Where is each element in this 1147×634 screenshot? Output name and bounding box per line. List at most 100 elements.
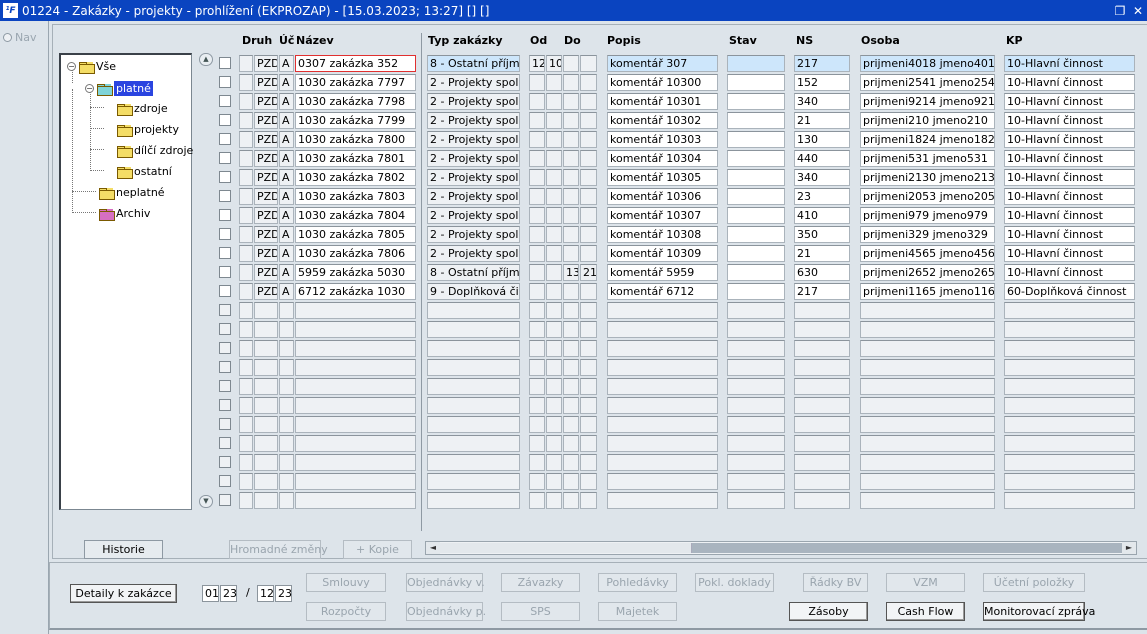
cell-stav[interactable] (727, 416, 785, 433)
cell-stav[interactable] (727, 74, 785, 91)
cell-od[interactable] (529, 112, 545, 129)
cell-marker[interactable] (239, 492, 253, 509)
cell-popis[interactable]: komentář 5959 (607, 264, 718, 281)
cell-druh[interactable]: PZD (254, 55, 278, 72)
cell-uc[interactable]: A (279, 131, 294, 148)
cell-stav[interactable] (727, 397, 785, 414)
cell-od2[interactable]: 10 (546, 55, 562, 72)
cell-nazev[interactable]: 1030 zakázka 7799 (295, 112, 416, 129)
cell-kp[interactable]: 10-Hlavní činnost (1004, 264, 1135, 281)
cell-nazev[interactable] (295, 302, 416, 319)
cell-osoba[interactable]: prijmeni2053 jmeno2053 (860, 188, 995, 205)
cell-od2[interactable] (546, 226, 562, 243)
cell-druh[interactable]: PZD (254, 131, 278, 148)
cell-do2[interactable] (580, 378, 597, 395)
cell-osoba[interactable]: prijmeni979 jmeno979 (860, 207, 995, 224)
cell-kp[interactable] (1004, 454, 1135, 471)
cell-druh[interactable] (254, 302, 278, 319)
cell-typ[interactable] (427, 359, 520, 376)
cell-marker[interactable] (239, 435, 253, 452)
cell-do2[interactable]: 21 (580, 264, 597, 281)
cell-do2[interactable] (580, 283, 597, 300)
cell-nazev[interactable] (295, 454, 416, 471)
cell-do[interactable] (563, 169, 579, 186)
row-select-checkbox[interactable] (219, 76, 231, 88)
cell-typ[interactable]: 2 - Projekty spoluf (427, 112, 520, 129)
cell-do[interactable] (563, 397, 579, 414)
cell-marker[interactable] (239, 93, 253, 110)
cell-od2[interactable] (546, 492, 562, 509)
cell-ns[interactable] (794, 454, 850, 471)
cell-kp[interactable]: 10-Hlavní činnost (1004, 93, 1135, 110)
tree-node-dilci-zdroje[interactable]: dílčí zdroje (117, 144, 193, 158)
cell-druh[interactable] (254, 435, 278, 452)
cell-do[interactable] (563, 93, 579, 110)
cell-od[interactable] (529, 473, 545, 490)
smlouvy-button[interactable]: Smlouvy (306, 573, 386, 592)
vzm-button[interactable]: VZM (886, 573, 965, 592)
cell-marker[interactable] (239, 169, 253, 186)
cell-uc[interactable] (279, 492, 294, 509)
cell-nazev[interactable] (295, 435, 416, 452)
zasoby-button[interactable]: Zásoby (789, 602, 868, 621)
cell-typ[interactable] (427, 435, 520, 452)
row-select-checkbox[interactable] (219, 380, 231, 392)
restore-icon[interactable]: ❐ (1111, 4, 1129, 18)
rozpocty-button[interactable]: Rozpočty (306, 602, 386, 621)
pokl-doklady-button[interactable]: Pokl. doklady (695, 573, 774, 592)
cell-marker[interactable] (239, 188, 253, 205)
cell-stav[interactable] (727, 302, 785, 319)
cell-uc[interactable]: A (279, 150, 294, 167)
row-select-checkbox[interactable] (219, 57, 231, 69)
cell-osoba[interactable] (860, 340, 995, 357)
cell-do2[interactable] (580, 473, 597, 490)
cell-nazev[interactable]: 1030 zakázka 7806 (295, 245, 416, 262)
cell-kp[interactable]: 10-Hlavní činnost (1004, 150, 1135, 167)
cell-kp[interactable]: 10-Hlavní činnost (1004, 131, 1135, 148)
hromadne-zmeny-button[interactable]: Hromadné změny (229, 540, 328, 559)
tree-node-platne[interactable]: − platné (85, 81, 153, 96)
cell-kp[interactable] (1004, 492, 1135, 509)
cell-osoba[interactable] (860, 416, 995, 433)
cell-osoba[interactable]: prijmeni9214 jmeno9214 (860, 93, 995, 110)
cell-popis[interactable] (607, 473, 718, 490)
cell-od[interactable] (529, 188, 545, 205)
cell-ns[interactable]: 440 (794, 150, 850, 167)
cell-kp[interactable]: 60-Doplňková činnost (1004, 283, 1135, 300)
cell-stav[interactable] (727, 340, 785, 357)
objednavky-p-button[interactable]: Objednávky p. (406, 602, 486, 621)
cell-popis[interactable] (607, 340, 718, 357)
collapse-icon[interactable]: − (67, 62, 76, 71)
row-select-checkbox[interactable] (219, 266, 231, 278)
row-select-checkbox[interactable] (219, 437, 231, 449)
cell-od2[interactable] (546, 283, 562, 300)
cell-od2[interactable] (546, 188, 562, 205)
cell-kp[interactable]: 10-Hlavní činnost (1004, 245, 1135, 262)
cell-marker[interactable] (239, 131, 253, 148)
cell-do[interactable] (563, 74, 579, 91)
cell-do2[interactable] (580, 416, 597, 433)
cell-od2[interactable] (546, 150, 562, 167)
cell-do2[interactable] (580, 169, 597, 186)
cell-druh[interactable] (254, 397, 278, 414)
cell-marker[interactable] (239, 150, 253, 167)
cell-typ[interactable]: 2 - Projekty spoluf (427, 207, 520, 224)
cell-do2[interactable] (580, 435, 597, 452)
collapse-icon[interactable]: − (85, 84, 94, 93)
tree-node-archiv[interactable]: Archiv (99, 207, 150, 221)
scrollbar-thumb[interactable] (440, 543, 692, 553)
cell-do2[interactable] (580, 112, 597, 129)
cell-typ[interactable]: 2 - Projekty spoluf (427, 93, 520, 110)
scroll-right-icon[interactable]: ► (1122, 542, 1136, 554)
cell-osoba[interactable]: prijmeni329 jmeno329 (860, 226, 995, 243)
period-to-month[interactable]: 12 (257, 585, 274, 602)
cell-druh[interactable] (254, 416, 278, 433)
cell-od[interactable] (529, 321, 545, 338)
cell-popis[interactable] (607, 302, 718, 319)
row-select-checkbox[interactable] (219, 285, 231, 297)
cell-nazev[interactable]: 6712 zakázka 1030 (295, 283, 416, 300)
cell-ns[interactable] (794, 435, 850, 452)
majetek-button[interactable]: Majetek (598, 602, 677, 621)
row-select-checkbox[interactable] (219, 456, 231, 468)
cell-osoba[interactable]: prijmeni1824 jmeno1824 (860, 131, 995, 148)
